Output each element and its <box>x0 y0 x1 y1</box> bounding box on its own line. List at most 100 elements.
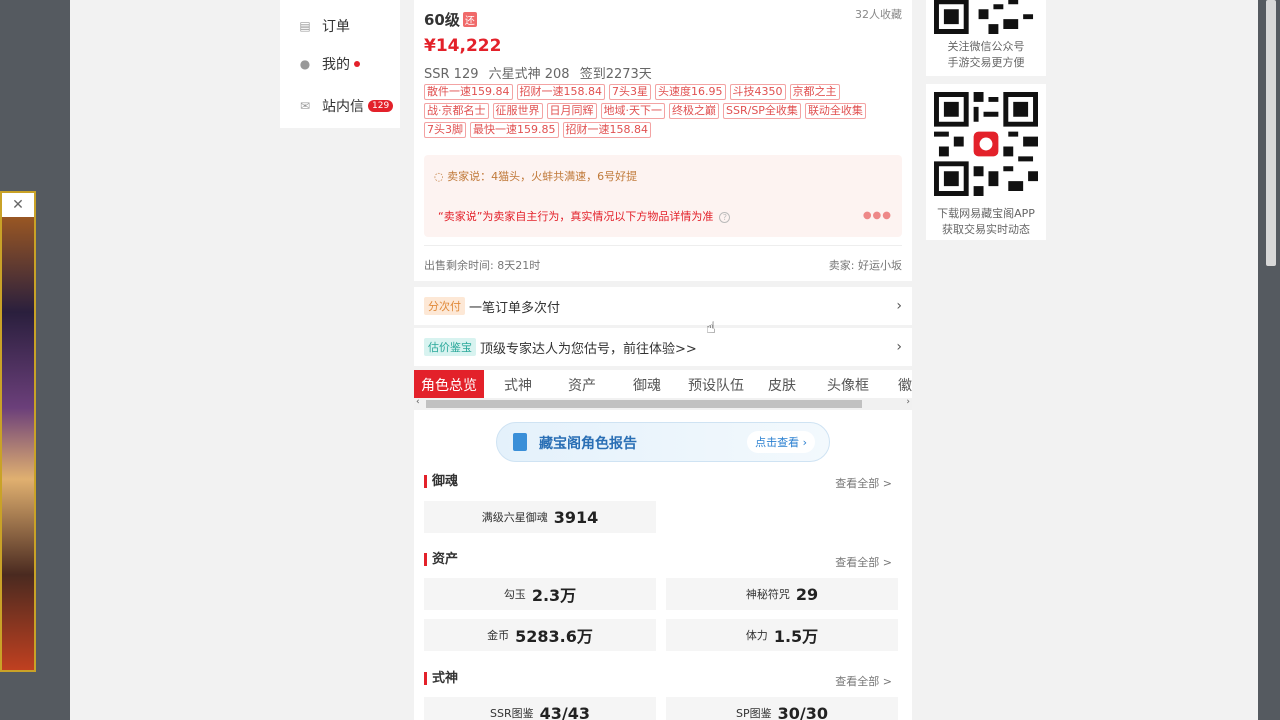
disclaimer: “卖家说”为卖家自主行为，真实情况以下方物品详情为准? <box>438 208 731 224</box>
scroll-left-icon[interactable]: ‹ <box>416 397 420 407</box>
highlight-tag: 7头3脚 <box>424 122 466 138</box>
app-qr-caption-1: 下载网易藏宝阁APP <box>937 207 1035 220</box>
disclaimer-text: “卖家说”为卖家自主行为，真实情况以下方物品详情为准 <box>438 210 714 223</box>
wechat-qr-caption-2: 手游交易更方便 <box>947 56 1025 69</box>
highlight-tag: 最快一速159.85 <box>470 122 559 138</box>
nav-inbox-label: 站内信 <box>322 99 364 115</box>
app-qr-caption-2: 获取交易实时动态 <box>942 223 1030 236</box>
nav-orders-label: 订单 <box>322 19 350 35</box>
level-text: 60级 <box>424 11 460 29</box>
stat-card: 满级六星御魂 3914 <box>424 501 656 533</box>
stat-label: SSR图鉴 <box>490 707 534 720</box>
stat-card: 神秘符咒 29 <box>666 578 898 610</box>
close-icon[interactable]: ✕ <box>2 193 34 217</box>
highlight-tag: 斗技4350 <box>729 84 786 100</box>
role-report-banner[interactable]: 藏宝阁角色报告 点击查看 › <box>496 422 830 462</box>
section-title-assets: 资产 <box>424 553 458 566</box>
stat-card: SP图鉴 30/30 <box>666 697 898 720</box>
stat-value: 3914 <box>553 507 599 527</box>
nav-mine[interactable]: ● 我的 <box>298 54 360 74</box>
installment-pill: 分次付 <box>424 297 465 315</box>
stat-value: 30/30 <box>777 703 828 720</box>
view-all-shikigami[interactable]: 查看全部 > <box>835 673 892 689</box>
tab-badge[interactable]: 徽 <box>890 370 912 400</box>
stat-value: 43/43 <box>539 703 590 720</box>
highlight-tags: 散件一速159.84 招财一速158.84 7头3星 头速度16.95 斗技4350 京都… <box>424 84 894 141</box>
overview-content: 藏宝阁角色报告 点击查看 › 御魂 查看全部 > 满级六星御魂 3914 资产 … <box>414 414 912 720</box>
level-title: 60级 还 <box>424 9 477 30</box>
product-card: 60级 还 32人收藏 ¥14,222 SSR 129 六星式神 208 签到2… <box>414 0 912 281</box>
tab-shikigami[interactable]: 式神 <box>494 370 542 400</box>
seller-says-box: ◌ 卖家说：4猫头，火蚌共满速，6号好提 “卖家说”为卖家自主行为，真实情况以下… <box>424 155 902 237</box>
highlight-tag: 招财一速158.84 <box>516 84 605 100</box>
seller-name[interactable]: 卖家: 好运小坂 <box>829 257 902 273</box>
stat-label: SP图鉴 <box>736 707 772 720</box>
detail-tabs: 角色总览 式神 资产 御魂 预设队伍 皮肤 头像框 徽 ‹ › <box>414 370 912 414</box>
stat-card: 金币 5283.6万 <box>424 619 656 651</box>
tab-avatar-frame[interactable]: 头像框 <box>820 370 876 400</box>
view-report-button[interactable]: 点击查看 › <box>747 431 815 453</box>
app-qr-panel: 下载网易藏宝阁APP 获取交易实时动态 <box>926 84 1046 240</box>
tab-assets[interactable]: 资产 <box>558 370 606 400</box>
wechat-qr-caption-1: 关注微信公众号 <box>947 40 1025 53</box>
remaining-time: 出售剩余时间: 8天21时 <box>424 259 541 272</box>
installment-row[interactable]: 分次付 一笔订单多次付 › <box>414 287 912 325</box>
view-all-yuhun[interactable]: 查看全部 > <box>835 475 892 491</box>
tab-overview[interactable]: 角色总览 <box>414 370 484 400</box>
appraisal-row[interactable]: 估价鉴宝 顶级专家达人为您估号，前往体验>> › <box>414 328 912 366</box>
stat-label: 金币 <box>487 629 510 642</box>
stat-six-star: 六星式神 208 <box>488 67 570 82</box>
tab-yuhun[interactable]: 御魂 <box>623 370 671 400</box>
qr-top-spacer <box>926 0 1046 32</box>
tabs-scrollbar-thumb[interactable] <box>426 400 862 408</box>
stat-label: 体力 <box>745 629 768 642</box>
user-nav: ▤ 订单 ● 我的 ✉ 站内信 129 <box>280 0 400 128</box>
stat-value: 2.3万 <box>531 586 577 605</box>
seller-says-text: 卖家说：4猫头，火蚌共满速，6号好提 <box>447 170 638 183</box>
chevron-right-icon: › <box>896 339 902 355</box>
scroll-right-icon[interactable]: › <box>906 397 910 407</box>
highlight-tag: 征服世界 <box>492 103 543 119</box>
seller-says: ◌ 卖家说：4猫头，火蚌共满速，6号好提 <box>434 168 637 184</box>
stat-value: 29 <box>795 584 819 604</box>
stat-ssr: SSR 129 <box>424 67 479 82</box>
nav-mine-label: 我的 <box>322 57 350 73</box>
highlight-tag: 7头3星 <box>609 84 651 100</box>
help-icon[interactable]: ? <box>719 212 731 223</box>
highlight-tag: 终极之巅 <box>669 103 719 119</box>
stat-label: 神秘符咒 <box>745 588 790 601</box>
report-title: 藏宝阁角色报告 <box>539 436 637 452</box>
orders-icon: ▤ <box>299 19 311 33</box>
tab-skins[interactable]: 皮肤 <box>760 370 804 400</box>
more-icon[interactable]: ●●● <box>863 210 892 221</box>
stat-checkin: 签到2273天 <box>579 67 652 82</box>
stat-card: SSR图鉴 43/43 <box>424 697 656 720</box>
chevron-right-icon: › <box>896 298 902 314</box>
stat-label: 勾玉 <box>503 588 526 601</box>
main-column: 60级 还 32人收藏 ¥14,222 SSR 129 六星式神 208 签到2… <box>414 0 912 720</box>
favorites-count[interactable]: 32人收藏 <box>855 6 902 22</box>
stat-value: 5283.6万 <box>515 627 593 646</box>
highlight-tag: 地域·天下一 <box>600 103 665 119</box>
highlight-tag: 头速度16.95 <box>655 84 726 100</box>
tab-preset-team[interactable]: 预设队伍 <box>684 370 748 400</box>
highlight-tag: 战·京都名士 <box>424 103 489 119</box>
nav-inbox[interactable]: ✉ 站内信 129 <box>298 96 394 116</box>
price: ¥14,222 <box>424 36 502 56</box>
highlight-tag: 招财一速158.84 <box>562 122 651 138</box>
section-title-shikigami: 式神 <box>424 672 458 685</box>
page-scrollbar-thumb[interactable] <box>1266 0 1276 266</box>
hand-cursor-icon: ☝ <box>706 318 716 337</box>
qr-code-image <box>934 92 1038 196</box>
tabs-scrollbar[interactable]: ‹ › <box>414 397 912 410</box>
stat-card: 勾玉 2.3万 <box>424 578 656 610</box>
view-all-assets[interactable]: 查看全部 > <box>835 554 892 570</box>
highlight-tag: SSR/SP全收集 <box>723 103 801 119</box>
nav-orders[interactable]: ▤ 订单 <box>298 16 350 36</box>
installment-text: 一笔订单多次付 <box>469 300 561 316</box>
report-icon <box>513 433 527 451</box>
highlight-tag: 联动全收集 <box>804 103 866 119</box>
section-title-yuhun: 御魂 <box>424 475 458 488</box>
user-icon: ● <box>299 57 311 71</box>
floating-ad-banner[interactable]: ✕ <box>0 191 36 672</box>
